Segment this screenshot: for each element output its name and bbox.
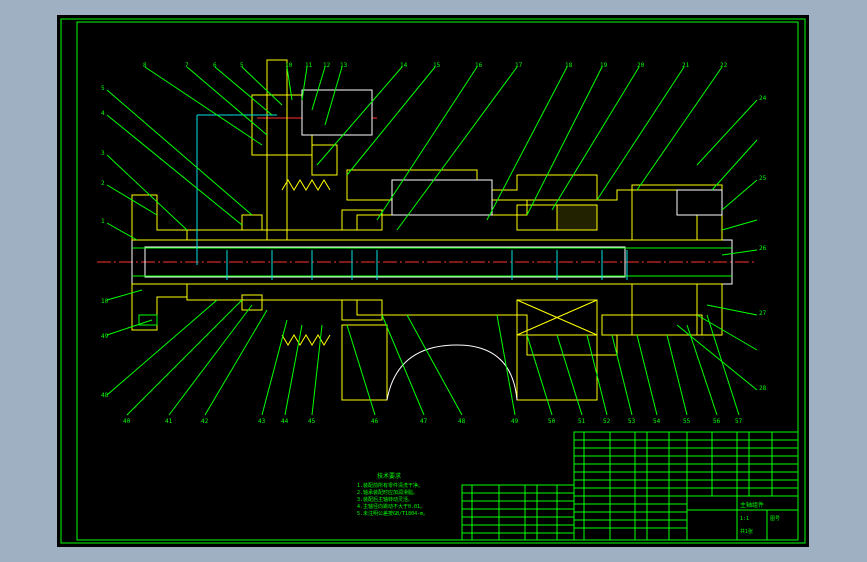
title-block-drawing-no: 图号 <box>770 516 780 522</box>
callout-label: 1 <box>101 218 105 225</box>
notes-title: 技术要求 <box>377 472 401 480</box>
callout-label: 21 <box>682 62 690 69</box>
technical-notes: 技术要求 1.装配前所有零件清洗干净。 2.轴承装配时应加润滑脂。 3.装配后主… <box>357 472 428 517</box>
title-block-sheet: 共1张 <box>740 528 753 535</box>
callout-label: 22 <box>720 62 728 69</box>
notes-line: 2.轴承装配时应加润滑脂。 <box>357 489 418 496</box>
title-block: 主轴组件 图号 1:1 共1张 <box>686 495 799 541</box>
top-callout-labels: 8 7 6 5 10 11 12 13 14 15 16 17 18 19 20… <box>143 62 728 69</box>
callout-label: 49 <box>101 333 109 340</box>
callout-label: 28 <box>759 385 767 392</box>
title-block-scale: 1:1 <box>740 516 749 522</box>
title-block-name: 主轴组件 <box>740 501 764 509</box>
callout-label: 24 <box>759 95 767 102</box>
callout-label: 8 <box>143 62 147 69</box>
callout-label: 48 <box>101 392 109 399</box>
callout-label: 6 <box>213 62 217 69</box>
callout-label: 3 <box>101 150 105 157</box>
callout-label: 55 <box>683 418 691 425</box>
callout-label: 46 <box>371 418 379 425</box>
callout-label: 14 <box>400 62 408 69</box>
callout-label: 10 <box>285 62 293 69</box>
callout-label: 42 <box>201 418 209 425</box>
inner-frame <box>76 21 799 541</box>
callout-label: 53 <box>628 418 636 425</box>
callout-label: 10 <box>101 298 109 305</box>
callout-label: 43 <box>258 418 266 425</box>
spindle-assembly-drawing: 8 7 6 5 10 11 12 13 14 15 16 17 18 19 20… <box>60 18 806 544</box>
housing-lower <box>186 283 698 401</box>
parts-list-table <box>573 431 799 541</box>
bottom-callout-labels: 40 41 42 43 44 45 46 47 48 49 50 51 52 5… <box>123 418 743 425</box>
callout-label: 2 <box>101 180 105 187</box>
callout-label: 18 <box>565 62 573 69</box>
callout-label: 48 <box>458 418 466 425</box>
callout-label: 40 <box>123 418 131 425</box>
left-callout-labels: 5 4 3 2 1 10 49 48 <box>101 85 109 399</box>
callout-label: 7 <box>185 62 189 69</box>
right-callout-labels: 24 25 26 27 28 <box>759 95 767 392</box>
callout-label: 50 <box>548 418 556 425</box>
callout-label: 12 <box>323 62 331 69</box>
callout-label: 17 <box>515 62 523 69</box>
parts-list-left-table <box>461 484 575 541</box>
callout-label: 25 <box>759 175 767 182</box>
drawing-sheet: 8 7 6 5 10 11 12 13 14 15 16 17 18 19 20… <box>57 15 809 547</box>
notes-line: 4.主轴径向跳动不大于0.01。 <box>357 503 425 510</box>
callout-label: 41 <box>165 418 173 425</box>
callout-label: 5 <box>101 85 105 92</box>
callout-label: 45 <box>308 418 316 425</box>
callout-label: 44 <box>281 418 289 425</box>
callout-label: 15 <box>433 62 441 69</box>
callout-label: 16 <box>475 62 483 69</box>
callout-label: 20 <box>637 62 645 69</box>
right-end-cap <box>601 184 723 336</box>
callout-label: 57 <box>735 418 743 425</box>
leader-lines <box>106 66 758 396</box>
housing-upper <box>186 169 698 241</box>
callout-label: 47 <box>420 418 428 425</box>
callout-label: 5 <box>240 62 244 69</box>
callout-label: 49 <box>511 418 519 425</box>
notes-line: 1.装配前所有零件清洗干净。 <box>357 482 423 489</box>
cad-viewport[interactable]: 8 7 6 5 10 11 12 13 14 15 16 17 18 19 20… <box>0 0 867 562</box>
callout-label: 4 <box>101 110 105 117</box>
callout-label: 56 <box>713 418 721 425</box>
callout-label: 52 <box>603 418 611 425</box>
callout-label: 11 <box>305 62 313 69</box>
notes-line: 3.装配后主轴转动灵活。 <box>357 496 413 503</box>
vertical-gear <box>251 59 373 241</box>
callout-label: 51 <box>578 418 586 425</box>
callout-label: 13 <box>340 62 348 69</box>
notes-line: 5.未注明公差按GB/T1804-m。 <box>357 510 428 517</box>
callout-label: 19 <box>600 62 608 69</box>
callout-label: 26 <box>759 245 767 252</box>
callout-label: 54 <box>653 418 661 425</box>
callout-label: 27 <box>759 310 767 317</box>
